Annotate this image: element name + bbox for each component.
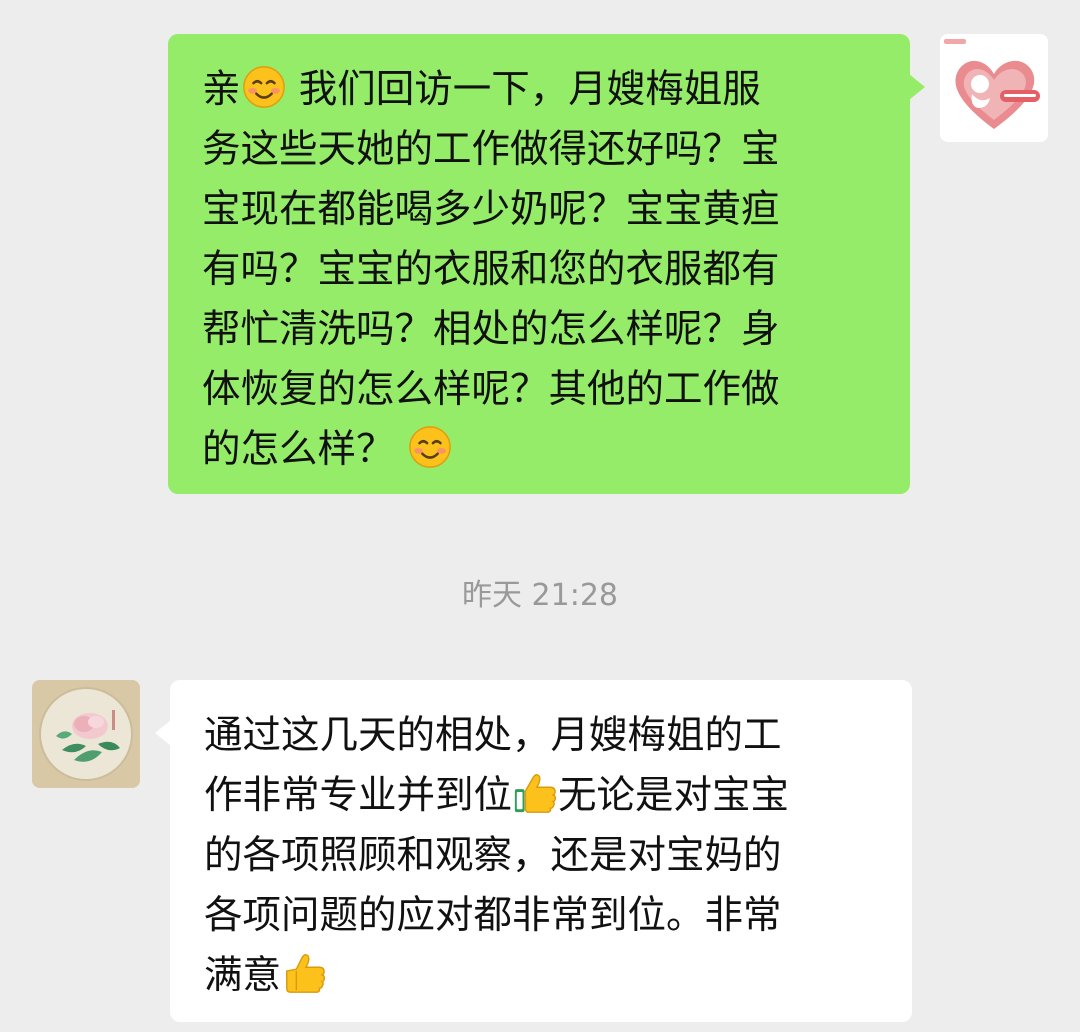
- message-line: 满意: [204, 946, 882, 1006]
- message-line: 作非常专业并到位 无论是对宝宝: [204, 766, 882, 826]
- thumbs-up-emoji: [286, 953, 326, 993]
- message-line: 帮忙清洗吗？相处的怎么样呢？身: [202, 307, 780, 352]
- incoming-message-bubble[interactable]: 通过这几天的相处，月嫂梅姐的工 作非常专业并到位 无论是对宝宝 的各项照顾和观察，…: [170, 680, 912, 1022]
- brand-logo-avatar-icon: [940, 34, 1048, 142]
- thumbs-up-emoji: [514, 773, 557, 813]
- message-timestamp: 昨天 21:28: [462, 578, 618, 613]
- outgoing-message-bubble[interactable]: 亲 我们回访一下，月嫂梅姐服 务这些天她的工作做得还好吗？宝 宝现在都能喝多少奶…: [168, 34, 910, 494]
- message-line: 务这些天她的工作做得还好吗？宝: [202, 127, 780, 172]
- outgoing-avatar[interactable]: [940, 34, 1048, 142]
- incoming-avatar[interactable]: [32, 680, 140, 788]
- message-line: 通过这几天的相处，月嫂梅姐的工: [204, 713, 782, 758]
- message-line: 体恢复的怎么样呢？其他的工作做: [202, 367, 780, 412]
- message-line: 有吗？宝宝的衣服和您的衣服都有: [202, 247, 780, 292]
- message-line: 的各项照顾和观察，还是对宝妈的: [204, 833, 782, 878]
- message-line: 各项问题的应对都非常到位。非常: [204, 893, 782, 938]
- smiling-face-emoji: [242, 66, 285, 108]
- message-line: 的怎么样？: [202, 420, 880, 480]
- message-line: 宝现在都能喝多少奶呢？宝宝黄疸: [202, 187, 780, 232]
- chat-window[interactable]: 亲 我们回访一下，月嫂梅姐服 务这些天她的工作做得还好吗？宝 宝现在都能喝多少奶…: [0, 0, 1080, 1032]
- message-line: 亲 我们回访一下，月嫂梅姐服: [202, 60, 880, 120]
- peony-painting-avatar-icon: [32, 680, 140, 788]
- incoming-bubble-tail: [155, 720, 171, 746]
- smiling-face-emoji: [408, 426, 451, 468]
- outgoing-bubble-tail: [909, 74, 925, 100]
